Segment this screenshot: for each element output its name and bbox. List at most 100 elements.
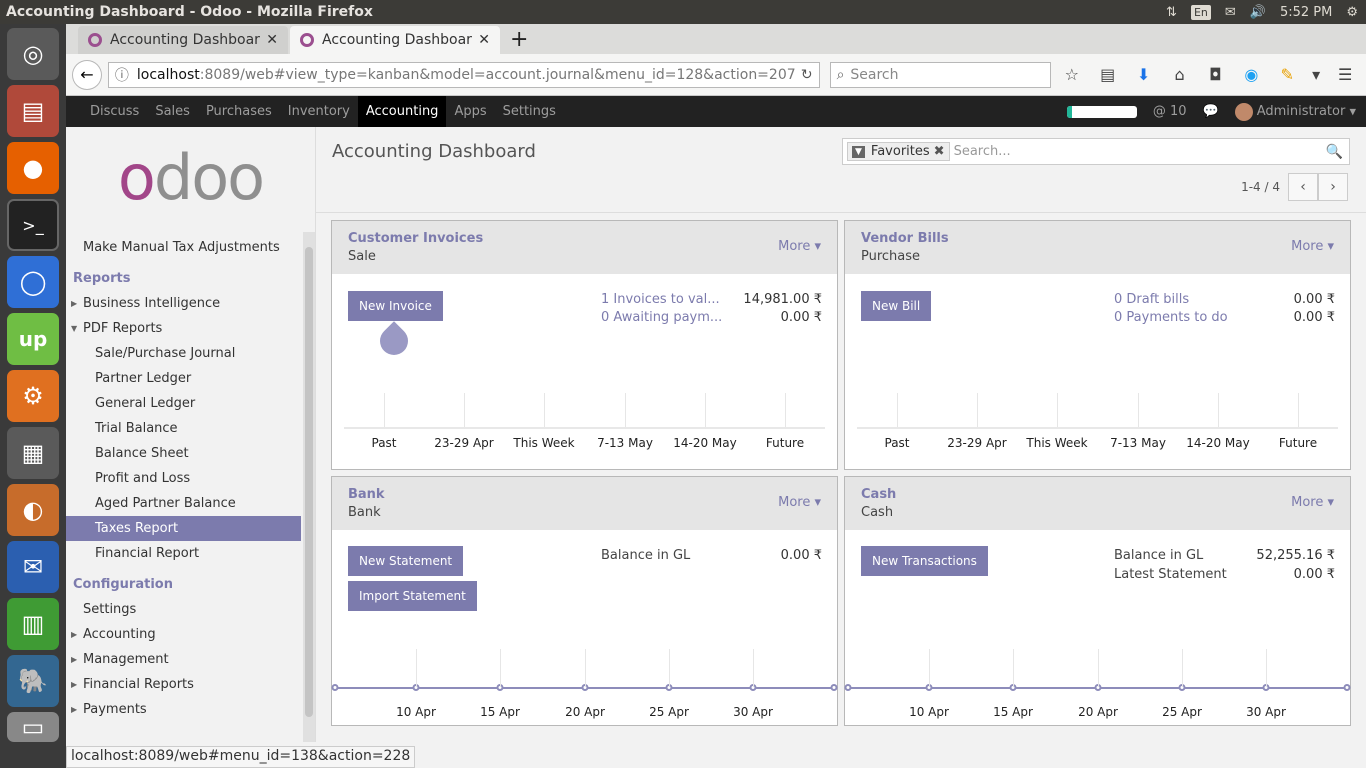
- sidebar-item[interactable]: ▼ PDF Reports: [66, 316, 315, 341]
- file-cabinet-icon[interactable]: ▤: [7, 85, 59, 137]
- home-icon[interactable]: ⌂: [1165, 65, 1195, 84]
- reload-icon[interactable]: ↻: [801, 67, 813, 83]
- search-input[interactable]: Search...: [954, 144, 1011, 159]
- system-settings-icon[interactable]: ⚙: [7, 370, 59, 422]
- new-invoice-button[interactable]: New Invoice: [348, 291, 443, 321]
- menu-settings[interactable]: Settings: [495, 96, 564, 127]
- menu-apps[interactable]: Apps: [446, 96, 494, 127]
- browser-tab-1[interactable]: Accounting Dashboard ✕: [78, 26, 288, 54]
- remove-facet-icon[interactable]: ✖: [934, 144, 945, 159]
- terminal-icon[interactable]: >_: [7, 199, 59, 251]
- more-dropdown[interactable]: More ▾: [1291, 239, 1334, 254]
- sidebar-item[interactable]: ▶ Business Intelligence: [66, 291, 315, 316]
- volume-icon[interactable]: 🔊: [1250, 5, 1266, 20]
- close-tab-icon[interactable]: ✕: [478, 32, 490, 48]
- awaiting-payment-link[interactable]: 0 Awaiting paym...: [601, 310, 722, 325]
- settings-gear-icon[interactable]: ⚙: [1346, 5, 1358, 20]
- more-dropdown[interactable]: More ▾: [1291, 495, 1334, 510]
- mail-icon[interactable]: ✉: [1225, 5, 1236, 20]
- line-point[interactable]: [844, 684, 852, 691]
- upwork-icon[interactable]: up: [7, 313, 59, 365]
- download-arrow-icon[interactable]: ⬇: [1129, 65, 1159, 84]
- scrollbar-thumb[interactable]: [305, 247, 313, 717]
- dropdown-arrow-icon[interactable]: ▾: [1308, 65, 1324, 84]
- clock[interactable]: 5:52 PM: [1280, 5, 1332, 20]
- info-icon[interactable]: ⓘ: [115, 65, 129, 85]
- back-arrow-icon[interactable]: ←: [72, 59, 102, 90]
- caret-down-icon[interactable]: ▼: [71, 324, 83, 333]
- pager-previous-icon[interactable]: ‹: [1288, 173, 1318, 201]
- spreadsheet-icon[interactable]: ▥: [7, 598, 59, 650]
- sidebar-item[interactable]: ▶ Financial Reports: [66, 672, 315, 697]
- caret-right-icon[interactable]: ▶: [71, 655, 83, 664]
- caret-right-icon[interactable]: ▶: [71, 630, 83, 639]
- ubuntu-logo-icon[interactable]: ◎: [7, 28, 59, 80]
- caret-right-icon[interactable]: ▶: [71, 680, 83, 689]
- menu-inventory[interactable]: Inventory: [280, 96, 358, 127]
- sidebar-item[interactable]: Taxes Report: [66, 516, 301, 541]
- sidebar-item[interactable]: General Ledger: [66, 391, 315, 416]
- sidebar-item[interactable]: ▶ Payments: [66, 697, 315, 722]
- pencil-icon[interactable]: ✎: [1272, 65, 1302, 84]
- new-statement-button[interactable]: New Statement: [348, 546, 464, 576]
- chat-bubble-icon[interactable]: 💬: [1203, 104, 1219, 119]
- more-dropdown[interactable]: More ▾: [778, 239, 821, 254]
- sidebar-section-header[interactable]: Configuration: [66, 572, 315, 597]
- sidebar-item[interactable]: Trial Balance: [66, 416, 315, 441]
- caret-right-icon[interactable]: ▶: [71, 299, 83, 308]
- chromium-icon[interactable]: ◯: [7, 256, 59, 308]
- draft-bills-link[interactable]: 0 Draft bills: [1114, 292, 1189, 307]
- user-menu[interactable]: Administrator ▾: [1234, 102, 1356, 121]
- invoices-to-validate-link[interactable]: 1 Invoices to val...: [601, 292, 720, 307]
- pager-value[interactable]: 1-4 / 4: [1241, 180, 1280, 194]
- keyboard-layout[interactable]: En: [1190, 4, 1211, 20]
- hamburger-menu-icon[interactable]: ☰: [1330, 65, 1360, 84]
- sidebar-item[interactable]: Make Manual Tax Adjustments: [66, 235, 315, 260]
- sidebar-item[interactable]: Profit and Loss: [66, 466, 315, 491]
- pocket-icon[interactable]: ◘: [1200, 65, 1230, 84]
- usb-drive-icon[interactable]: ▭: [7, 712, 59, 742]
- sidebar-item[interactable]: Partner Ledger: [66, 366, 315, 391]
- sidebar-item[interactable]: Settings: [66, 597, 315, 622]
- journal-title[interactable]: Customer Invoices: [348, 231, 483, 246]
- more-dropdown[interactable]: More ▾: [778, 495, 821, 510]
- menu-discuss[interactable]: Discuss: [82, 96, 147, 127]
- sidebar-item[interactable]: Sale/Purchase Journal: [66, 341, 315, 366]
- line-point[interactable]: [830, 684, 838, 691]
- menu-sales[interactable]: Sales: [147, 96, 198, 127]
- sidebar-item[interactable]: Balance Sheet: [66, 441, 315, 466]
- browser-search-box[interactable]: ⌕ Search: [829, 61, 1051, 88]
- pager-next-icon[interactable]: ›: [1318, 173, 1348, 201]
- line-point[interactable]: [331, 684, 339, 691]
- journal-title[interactable]: Bank: [348, 487, 385, 502]
- sidebar-item[interactable]: Aged Partner Balance: [66, 491, 315, 516]
- caret-right-icon[interactable]: ▶: [71, 705, 83, 714]
- search-view[interactable]: ▼ Favorites ✖ Search... 🔍: [842, 138, 1350, 165]
- sidebar-item[interactable]: ▶ Management: [66, 647, 315, 672]
- new-transactions-button[interactable]: New Transactions: [861, 546, 988, 576]
- close-tab-icon[interactable]: ✕: [266, 32, 278, 48]
- postgres-elephant-icon[interactable]: 🐘: [7, 655, 59, 707]
- import-statement-button[interactable]: Import Statement: [348, 581, 477, 611]
- sidebar-item[interactable]: ▶ Accounting: [66, 622, 315, 647]
- messages-counter[interactable]: @ 10: [1153, 104, 1187, 119]
- url-bar[interactable]: ⓘ localhost:8089/web#view_type=kanban&mo…: [107, 61, 820, 88]
- new-tab-plus-icon[interactable]: +: [502, 27, 536, 54]
- reading-list-icon[interactable]: ▤: [1093, 65, 1123, 84]
- sidebar-item[interactable]: Financial Report: [66, 541, 315, 566]
- favorites-facet[interactable]: ▼ Favorites ✖: [847, 142, 950, 161]
- menu-purchases[interactable]: Purchases: [198, 96, 280, 127]
- sync-icon[interactable]: ◉: [1236, 65, 1266, 84]
- sidebar-section-header[interactable]: Reports: [66, 266, 315, 291]
- journal-title[interactable]: Vendor Bills: [861, 231, 949, 246]
- line-point[interactable]: [1343, 684, 1351, 691]
- payments-to-do-link[interactable]: 0 Payments to do: [1114, 310, 1228, 325]
- new-bill-button[interactable]: New Bill: [861, 291, 932, 321]
- journal-title[interactable]: Cash: [861, 487, 896, 502]
- thunderbird-icon[interactable]: ✉: [7, 541, 59, 593]
- calculator-icon[interactable]: ▦: [7, 427, 59, 479]
- menu-accounting[interactable]: Accounting: [357, 96, 447, 127]
- firefox-icon[interactable]: ●: [7, 142, 59, 194]
- network-icon[interactable]: ⇅: [1166, 5, 1177, 20]
- browser-tab-2[interactable]: Accounting Dashboard ✕: [290, 26, 500, 54]
